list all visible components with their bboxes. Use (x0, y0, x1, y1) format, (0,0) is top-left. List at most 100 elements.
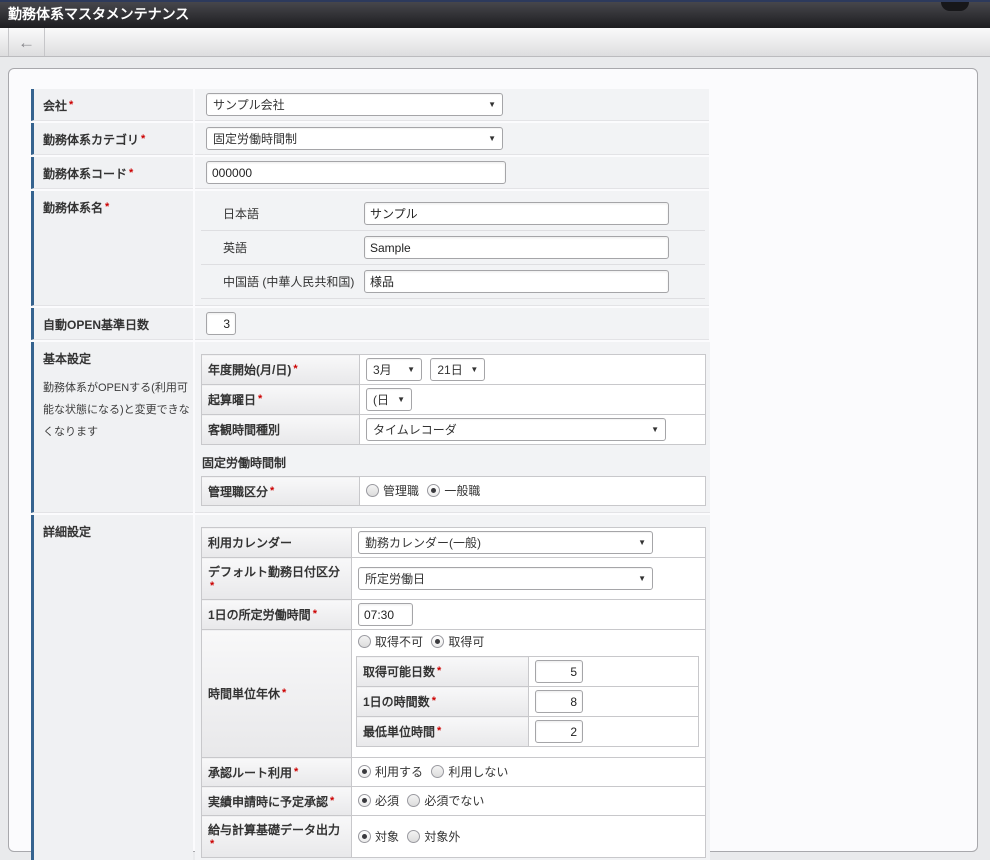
row-hours-per-day: 1日の時間数 * (356, 686, 699, 717)
toolbar: ← (0, 28, 990, 57)
auto-open-input[interactable] (206, 312, 236, 335)
required-mark: * (294, 765, 299, 778)
name-chinese-input[interactable] (364, 270, 669, 293)
code-value-cell (195, 157, 709, 189)
radio-option-leave-allowed[interactable]: 取得可 (431, 633, 484, 650)
year-start-month-select[interactable]: 3月 ▼ (366, 358, 422, 381)
year-start-day-select[interactable]: 21日 ▼ (430, 358, 486, 381)
daily-hours-input[interactable] (358, 603, 413, 626)
company-value-cell: サンプル会社 ▼ (195, 89, 709, 121)
year-start-label: 年度開始(月/日) (208, 363, 292, 377)
detail-settings-label-cell: 詳細設定 (31, 515, 193, 860)
required-mark: * (293, 363, 298, 375)
start-dow-select[interactable]: (日) ▼ (366, 388, 412, 411)
radio-label: 対象外 (424, 829, 461, 844)
hourly-leave-value-cell: 取得不可 取得可 取得可能日数 * 5 1日の時間数 * 8 最低単位時間 * … (351, 629, 706, 758)
name-japanese-input[interactable] (364, 202, 669, 225)
category-select-value: 固定労働時間制 (213, 132, 298, 146)
code-label: 勤務体系コード (43, 167, 128, 181)
manager-class-label-cell: 管理職区分 * (201, 476, 360, 506)
radio-label: 利用する (375, 765, 424, 779)
category-label: 勤務体系カテゴリ (43, 133, 140, 147)
start-dow-label: 起算曜日 (208, 393, 257, 407)
schedule-approval-label: 実績申請時に予定承認 (208, 794, 329, 809)
radio-unchecked-icon (407, 829, 421, 843)
radio-option-manager[interactable]: 管理職 (366, 482, 419, 499)
max-days-label-cell: 取得可能日数 * (356, 656, 529, 687)
name-english-input[interactable] (364, 236, 669, 259)
auto-open-label: 自動OPEN基準日数 (43, 318, 150, 332)
radio-option-leave-not-allowed[interactable]: 取得不可 (358, 633, 423, 650)
daily-hours-value-cell (351, 599, 706, 630)
row-start-dow: 起算曜日* (日) ▼ (201, 384, 706, 415)
name-row-english: 英語 (201, 231, 705, 265)
back-button[interactable]: ← (8, 28, 45, 56)
required-mark: * (330, 794, 335, 807)
back-arrow-icon: ← (18, 32, 35, 52)
default-day-type-label: デフォルト勤務日付区分 (208, 565, 341, 579)
radio-option-target[interactable]: 対象 (358, 828, 399, 845)
radio-option-not-required[interactable]: 必須でない (407, 792, 484, 809)
radio-label: 対象 (375, 829, 400, 844)
company-select[interactable]: サンプル会社 ▼ (206, 93, 503, 116)
radio-label: 必須でない (424, 794, 485, 808)
category-select[interactable]: 固定労働時間制 ▼ (206, 127, 503, 150)
calendar-label: 利用カレンダー (208, 536, 293, 550)
required-mark: * (270, 484, 275, 497)
min-unit-input[interactable] (535, 720, 583, 743)
objective-time-value-cell: タイムレコーダ ▼ (359, 414, 706, 445)
approval-route-value-cell: 利用する 利用しない (351, 757, 706, 787)
row-company: 会社 * サンプル会社 ▼ (31, 89, 709, 121)
radio-unchecked-icon (358, 635, 371, 648)
code-input[interactable] (206, 161, 506, 184)
daily-hours-label-cell: 1日の所定労働時間 * (201, 599, 352, 630)
calendar-select[interactable]: 勤務カレンダー(一般) ▼ (358, 531, 653, 554)
row-manager-class: 管理職区分 * 管理職 一般職 (201, 476, 706, 506)
name-value-cell: 日本語 英語 中国語 (中華人民共和国) (195, 191, 709, 306)
required-mark: * (105, 201, 110, 213)
hours-per-day-label-cell: 1日の時間数 * (356, 686, 529, 717)
radio-label: 取得可 (448, 635, 485, 649)
auto-open-label-cell: 自動OPEN基準日数 (31, 308, 193, 340)
row-detail-settings: 詳細設定 利用カレンダー 勤務カレンダー(一般) ▼ デフォルト勤務日付区分* … (31, 515, 710, 860)
required-mark: * (258, 393, 263, 405)
row-name: 勤務体系名* 日本語 英語 中国語 (中華人民共和国) (31, 191, 709, 306)
row-objective-time: 客観時間種別 タイムレコーダ ▼ (201, 414, 706, 445)
radio-option-required[interactable]: 必須 (358, 792, 399, 809)
row-hourly-leave: 時間単位年休 * 取得不可 取得可 取得可能日数 * 5 1日の時間数 * 8 … (201, 629, 706, 758)
max-days-value-cell (528, 656, 699, 687)
required-mark: * (431, 695, 436, 707)
row-daily-hours: 1日の所定労働時間 * (201, 599, 706, 630)
page-title: 勤務体系マスタメンテナンス (8, 6, 190, 22)
radio-option-general[interactable]: 一般職 (427, 482, 480, 499)
hours-per-day-input[interactable] (535, 690, 583, 713)
row-category: 勤務体系カテゴリ * 固定労働時間制 ▼ (31, 123, 709, 155)
manager-class-value-cell: 管理職 一般職 (359, 476, 706, 506)
radio-label: 一般職 (444, 484, 481, 498)
chinese-label: 中国語 (中華人民共和国) (223, 275, 355, 289)
radio-label: 管理職 (383, 484, 420, 498)
detail-settings-table: 利用カレンダー 勤務カレンダー(一般) ▼ デフォルト勤務日付区分 * 所定労働日… (201, 527, 706, 858)
radio-option-use-route[interactable]: 利用する (358, 763, 423, 780)
schedule-approval-label-cell: 実績申請時に予定承認 * (201, 786, 352, 816)
row-default-day-type: デフォルト勤務日付区分* 所定労働日 ▼ (201, 557, 706, 600)
radio-label: 利用しない (448, 765, 509, 779)
radio-option-not-target[interactable]: 対象外 (407, 828, 460, 845)
row-max-days: 取得可能日数 * (356, 656, 699, 687)
objective-time-select[interactable]: タイムレコーダ ▼ (366, 418, 666, 441)
auto-open-value-cell (195, 308, 709, 340)
app-header: 勤務体系マスタメンテナンス (0, 0, 990, 28)
radio-checked-icon (358, 765, 371, 778)
start-dow-value-cell: (日) ▼ (359, 384, 706, 415)
max-days-input[interactable] (535, 660, 583, 683)
start-dow-label-cell: 起算曜日 * (201, 384, 360, 415)
hourly-leave-detail-table: 取得可能日数* 1日の時間数* (356, 656, 699, 747)
default-day-type-select[interactable]: 所定労働日 ▼ (358, 567, 653, 590)
category-label-cell: 勤務体系カテゴリ * (31, 123, 193, 155)
company-select-value: サンプル会社 (213, 98, 285, 112)
radio-unchecked-icon (366, 484, 379, 497)
detail-settings-value-cell: 利用カレンダー 勤務カレンダー(一般) ▼ デフォルト勤務日付区分 * 所定労働日… (195, 515, 710, 860)
hourly-leave-label: 時間単位年休 (208, 687, 281, 701)
chevron-down-icon: ▼ (470, 365, 479, 374)
radio-option-no-route[interactable]: 利用しない (431, 763, 508, 780)
